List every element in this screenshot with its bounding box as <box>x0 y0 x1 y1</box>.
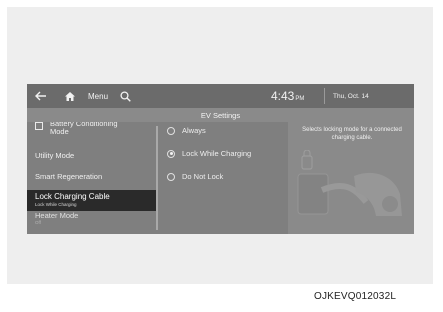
charging-cable-icon <box>297 150 402 216</box>
clock: 4:43 PM <box>271 84 304 108</box>
menu-item-label: Battery Conditioning Mode <box>50 122 118 136</box>
menu-item-utility-mode[interactable]: Utility Mode <box>35 151 74 160</box>
menu-item-sublabel: Off <box>35 220 41 225</box>
options-list: Always Lock While Charging Do Not Lock <box>158 122 284 234</box>
menu-item-lock-charging-cable[interactable]: Lock Charging Cable Lock While Charging <box>27 190 157 211</box>
option-label: Do Not Lock <box>182 172 224 181</box>
menu-item-label: Lock Charging Cable <box>35 192 110 201</box>
radio-button[interactable] <box>167 126 175 135</box>
menu-item-sublabel: Lock While Charging <box>35 202 77 207</box>
home-icon[interactable] <box>65 84 79 108</box>
figure-code: OJKEVQ012032L <box>314 291 397 302</box>
option-always[interactable]: Always <box>167 126 206 135</box>
radio-button[interactable] <box>167 172 175 181</box>
menu-item-heater-mode[interactable]: Heater Mode Off <box>35 211 78 225</box>
menu-item-label: Heater Mode <box>35 211 79 220</box>
radio-button-selected[interactable] <box>167 149 175 158</box>
option-do-not-lock[interactable]: Do Not Lock <box>167 172 223 181</box>
menu-item-label: Smart Regeneration <box>35 172 103 181</box>
menu-item-battery-conditioning[interactable]: Battery Conditioning Mode <box>35 122 130 136</box>
option-lock-while-charging[interactable]: Lock While Charging <box>167 149 251 158</box>
menu-item-smart-regeneration[interactable]: Smart Regeneration <box>35 172 102 181</box>
option-label: Always <box>182 126 206 135</box>
ev-settings-screen: Menu 4:43 PM Thu, Oct. 14 EV Settings Ba… <box>27 84 414 234</box>
back-arrow-icon[interactable] <box>35 84 49 108</box>
page-title: EV Settings <box>27 108 414 122</box>
menu-button[interactable]: Menu <box>88 84 108 108</box>
clock-time: 4:43 <box>271 89 295 103</box>
help-text: Selects locking mode for a connected cha… <box>302 127 402 141</box>
top-bar: Menu 4:43 PM Thu, Oct. 14 <box>27 84 414 108</box>
settings-menu: Battery Conditioning Mode Utility Mode S… <box>27 122 157 234</box>
menu-item-label: Utility Mode <box>35 151 75 160</box>
topbar-divider <box>324 88 325 104</box>
clock-ampm: PM <box>295 96 305 102</box>
option-label: Lock While Charging <box>182 149 252 158</box>
date-label: Thu, Oct. 14 <box>333 92 369 100</box>
checkbox[interactable] <box>35 122 43 130</box>
help-panel: Selects locking mode for a connected cha… <box>288 122 414 234</box>
search-icon[interactable] <box>120 84 134 108</box>
